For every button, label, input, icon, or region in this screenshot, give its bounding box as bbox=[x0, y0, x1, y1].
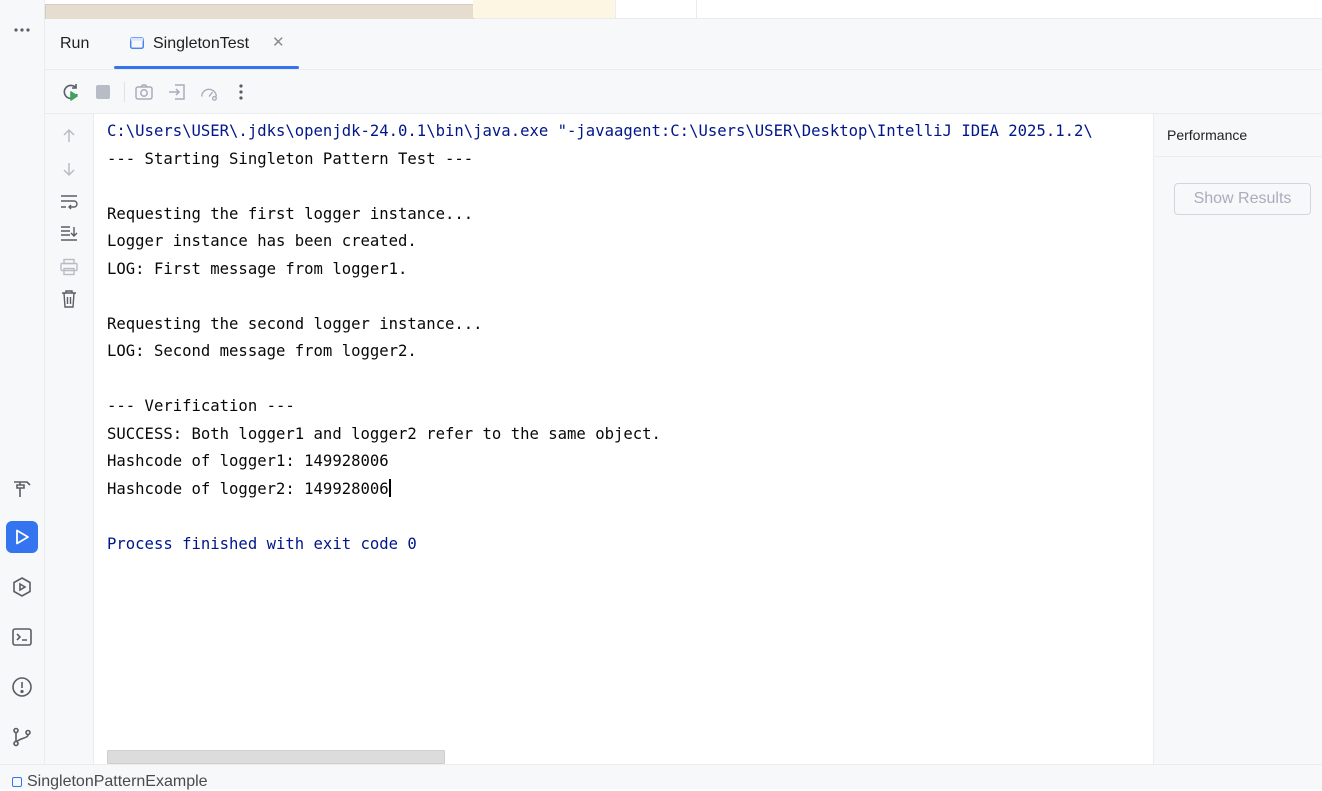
left-tool-strip bbox=[0, 0, 45, 764]
console-line: --- Verification --- bbox=[107, 393, 1093, 421]
tab-active-indicator bbox=[114, 66, 299, 69]
console-line: C:\Users\USER\.jdks\openjdk-24.0.1\bin\j… bbox=[107, 118, 1093, 146]
console-line-text: LOG: Second message from logger2. bbox=[107, 342, 417, 360]
services-icon[interactable] bbox=[6, 571, 38, 603]
console-line: Hashcode of logger1: 149928006 bbox=[107, 448, 1093, 476]
soft-wrap-icon[interactable] bbox=[59, 192, 79, 212]
console-line: Requesting the first logger instance... bbox=[107, 201, 1093, 229]
console-line: Requesting the second logger instance... bbox=[107, 311, 1093, 339]
module-icon bbox=[12, 777, 22, 787]
trash-icon[interactable] bbox=[59, 289, 79, 309]
console-line-text: --- Verification --- bbox=[107, 397, 295, 415]
arrow-down-icon[interactable] bbox=[59, 159, 79, 179]
console-output[interactable]: C:\Users\USER\.jdks\openjdk-24.0.1\bin\j… bbox=[94, 114, 1152, 764]
console-line-text: Logger instance has been created. bbox=[107, 232, 417, 250]
console-line-text: Hashcode of logger2: 149928006 bbox=[107, 479, 389, 498]
console-line-text: LOG: First message from logger1. bbox=[107, 259, 408, 278]
console-line: Hashcode of logger2: 149928006 bbox=[107, 476, 1093, 504]
console-line: SUCCESS: Both logger1 and logger2 refer … bbox=[107, 421, 1093, 449]
performance-title: Performance bbox=[1167, 127, 1248, 143]
tab-singleton-test[interactable]: SingletonTest ✕ bbox=[114, 19, 299, 69]
console-line: --- Starting Singleton Pattern Test --- bbox=[107, 146, 1093, 174]
editor-remnant bbox=[45, 0, 1322, 20]
show-results-button[interactable]: Show Results bbox=[1174, 183, 1311, 215]
tab-label: SingletonTest bbox=[153, 35, 250, 52]
run-toolbar bbox=[45, 70, 1322, 114]
git-icon[interactable] bbox=[6, 721, 38, 753]
console-line-text: C:\Users\USER\.jdks\openjdk-24.0.1\bin\j… bbox=[107, 122, 1093, 140]
status-bar: SingletonPatternExample bbox=[0, 764, 1322, 791]
print-icon[interactable] bbox=[59, 257, 79, 277]
console-line: Logger instance has been created. bbox=[107, 228, 1093, 256]
console-line: Process finished with exit code 0 bbox=[107, 531, 1093, 559]
text-caret bbox=[388, 478, 391, 497]
camera-icon[interactable] bbox=[134, 82, 154, 102]
editor-highlight bbox=[473, 0, 615, 18]
close-icon[interactable]: ✕ bbox=[272, 35, 285, 51]
profiler-icon[interactable] bbox=[199, 82, 219, 102]
more-vert-icon[interactable] bbox=[231, 82, 251, 102]
problems-icon[interactable] bbox=[6, 671, 38, 703]
stop-icon[interactable] bbox=[93, 82, 113, 102]
divider bbox=[696, 0, 697, 18]
project-breadcrumb[interactable]: SingletonPatternExample bbox=[27, 773, 208, 791]
console-line-text: SUCCESS: Both logger1 and logger2 refer … bbox=[107, 424, 661, 443]
horizontal-scrollbar[interactable] bbox=[107, 750, 445, 764]
console-line: LOG: First message from logger1. bbox=[107, 256, 1093, 284]
run-tool-window-header: Run SingletonTest ✕ bbox=[45, 19, 1322, 70]
run-config-icon bbox=[130, 37, 144, 49]
more-horiz-icon[interactable] bbox=[6, 14, 38, 46]
toolbar-separator bbox=[124, 82, 125, 102]
console-gutter bbox=[45, 114, 94, 764]
tool-window-title: Run bbox=[60, 35, 90, 52]
rerun-icon[interactable] bbox=[61, 82, 81, 102]
performance-panel: Performance Show Results bbox=[1153, 114, 1322, 764]
console-line-text: Requesting the first logger instance... bbox=[107, 204, 474, 223]
divider bbox=[615, 0, 616, 18]
build-icon[interactable] bbox=[6, 472, 38, 504]
arrow-up-icon[interactable] bbox=[59, 126, 79, 146]
run-icon[interactable] bbox=[6, 521, 38, 553]
restore-layout-icon[interactable] bbox=[167, 82, 187, 102]
performance-header: Performance bbox=[1154, 114, 1322, 157]
console-line-text: Requesting the second logger instance... bbox=[107, 314, 483, 333]
console-line-text: Process finished with exit code 0 bbox=[107, 534, 417, 553]
editor-scrollbar[interactable] bbox=[45, 4, 474, 20]
console-lines: C:\Users\USER\.jdks\openjdk-24.0.1\bin\j… bbox=[107, 118, 1093, 558]
console-line-text: --- Starting Singleton Pattern Test --- bbox=[107, 149, 474, 168]
scroll-to-end-icon[interactable] bbox=[59, 223, 79, 243]
terminal-icon[interactable] bbox=[6, 621, 38, 653]
console-line-text: Hashcode of logger1: 149928006 bbox=[107, 452, 389, 470]
console-line: LOG: Second message from logger2. bbox=[107, 338, 1093, 366]
